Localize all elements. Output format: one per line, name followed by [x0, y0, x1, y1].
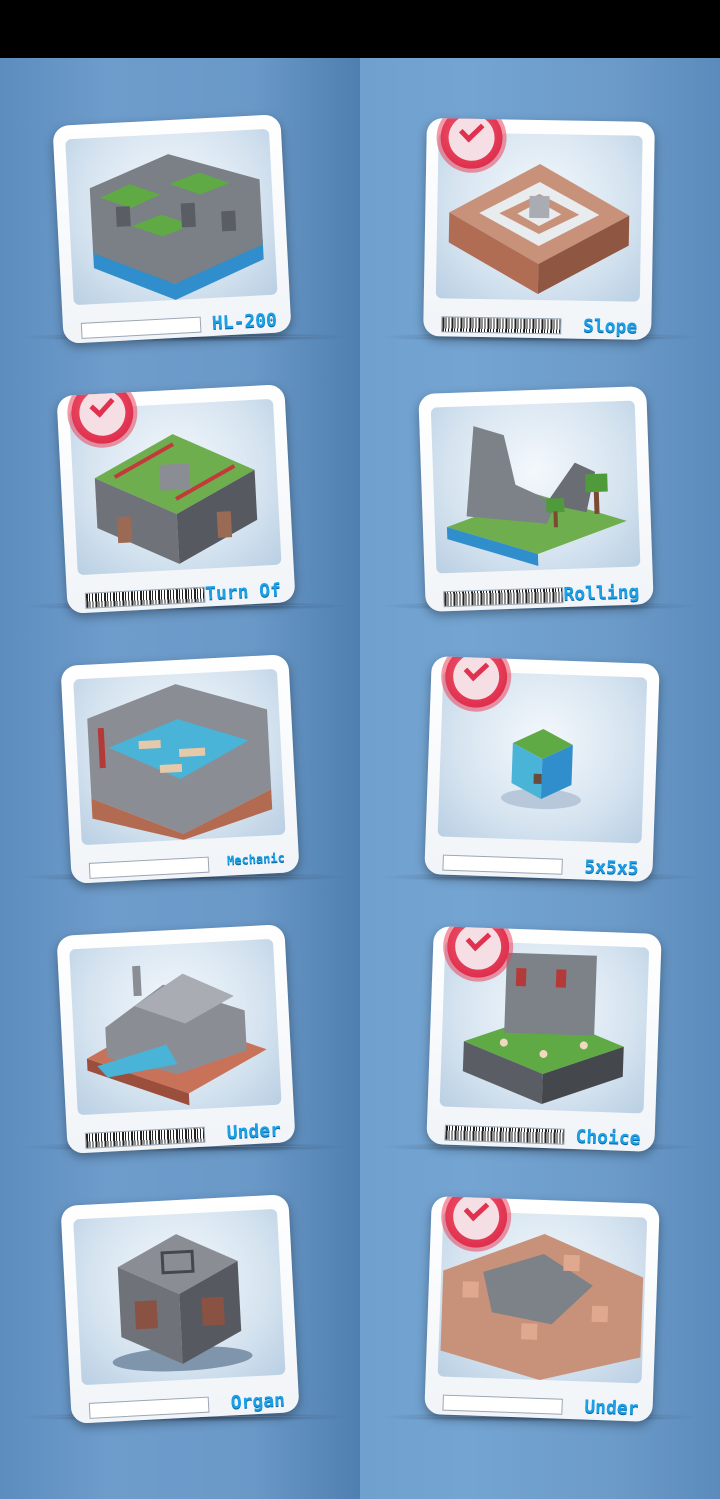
level-thumbnail [430, 400, 641, 574]
qr-code-placeholder [88, 856, 210, 879]
level-card[interactable]: Choice [426, 926, 662, 1152]
qr-code-placeholder [442, 854, 563, 875]
qr-code [84, 1126, 206, 1149]
qr-code [444, 1124, 565, 1145]
level-title: Rolling [563, 581, 640, 606]
level-card[interactable]: Rolling [418, 386, 654, 612]
level-title: Choice [575, 1126, 641, 1150]
level-title: Under [226, 1119, 282, 1144]
level-thumbnail [73, 668, 286, 846]
level-thumbnail [69, 938, 282, 1116]
qr-code-placeholder [88, 1396, 210, 1419]
level-card[interactable]: HL-200 [52, 114, 292, 344]
level-thumbnail [65, 128, 278, 306]
level-card[interactable]: Turn Of [56, 384, 296, 614]
level-title: Under [584, 1396, 639, 1420]
qr-code [443, 587, 564, 608]
level-title: HL-200 [211, 309, 278, 335]
qr-code-placeholder [80, 316, 202, 339]
level-card[interactable]: Organ [60, 1194, 300, 1424]
level-card[interactable]: 5x5x5 [424, 656, 660, 882]
level-card[interactable]: Under [56, 924, 296, 1154]
status-bar [0, 0, 720, 58]
level-title: Organ [230, 1389, 286, 1414]
qr-code-placeholder [442, 1394, 563, 1415]
level-title: Slope [582, 315, 638, 338]
level-title: Mechanic [226, 850, 286, 868]
level-card[interactable]: Under [424, 1196, 660, 1422]
qr-code [84, 586, 206, 609]
qr-code [441, 316, 562, 335]
level-card[interactable]: Mechanic [60, 654, 300, 884]
level-thumbnail [73, 1208, 286, 1386]
level-title: Turn Of [204, 579, 282, 605]
level-card[interactable]: Slope [423, 118, 655, 340]
level-title: 5x5x5 [584, 856, 639, 880]
